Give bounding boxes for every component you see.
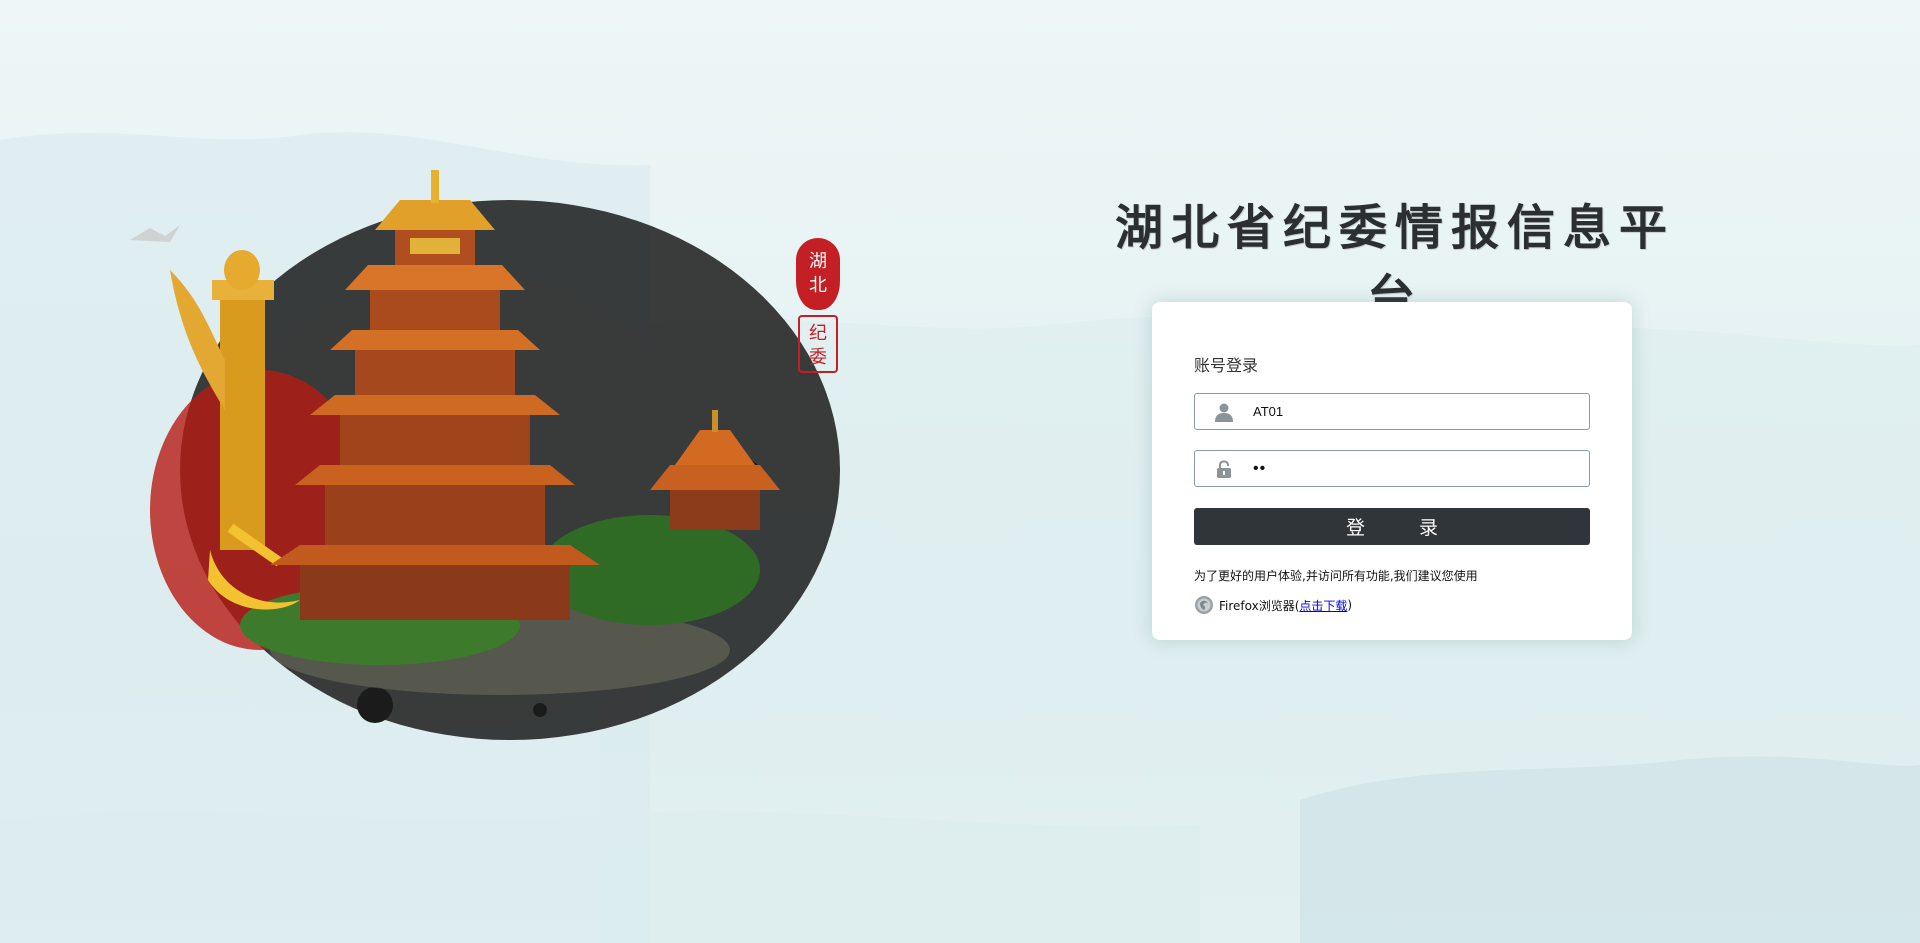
- browser-suffix: ): [1347, 598, 1353, 612]
- login-button[interactable]: 登 录: [1194, 508, 1590, 545]
- seal-text-2: 纪委: [809, 323, 827, 368]
- username-field[interactable]: [1194, 393, 1590, 430]
- seal-stamp: 湖北 纪委: [796, 238, 842, 386]
- password-field[interactable]: [1194, 450, 1590, 487]
- seal-bottom: 纪委: [798, 315, 838, 373]
- browser-name: Firefox浏览器(: [1219, 598, 1300, 613]
- login-card: 账号登录 登 录 为了更好的用户体验,并访问所有功能,我们建议您使用: [1152, 302, 1632, 640]
- download-link[interactable]: 点击下载: [1299, 597, 1347, 614]
- lock-icon: [1213, 458, 1235, 480]
- login-heading: 账号登录: [1194, 356, 1259, 375]
- seal-top: 湖北: [796, 238, 840, 310]
- seal-text-1: 湖北: [809, 251, 827, 296]
- password-input[interactable]: [1253, 453, 1589, 484]
- username-input[interactable]: [1253, 396, 1589, 427]
- user-icon: [1213, 401, 1235, 423]
- browser-recommendation: Firefox浏览器(点击下载): [1194, 595, 1352, 615]
- firefox-icon: [1194, 595, 1214, 615]
- browser-tip: 为了更好的用户体验,并访问所有功能,我们建议您使用: [1194, 569, 1478, 583]
- yellow-crane-tower-illustration: [130, 170, 910, 770]
